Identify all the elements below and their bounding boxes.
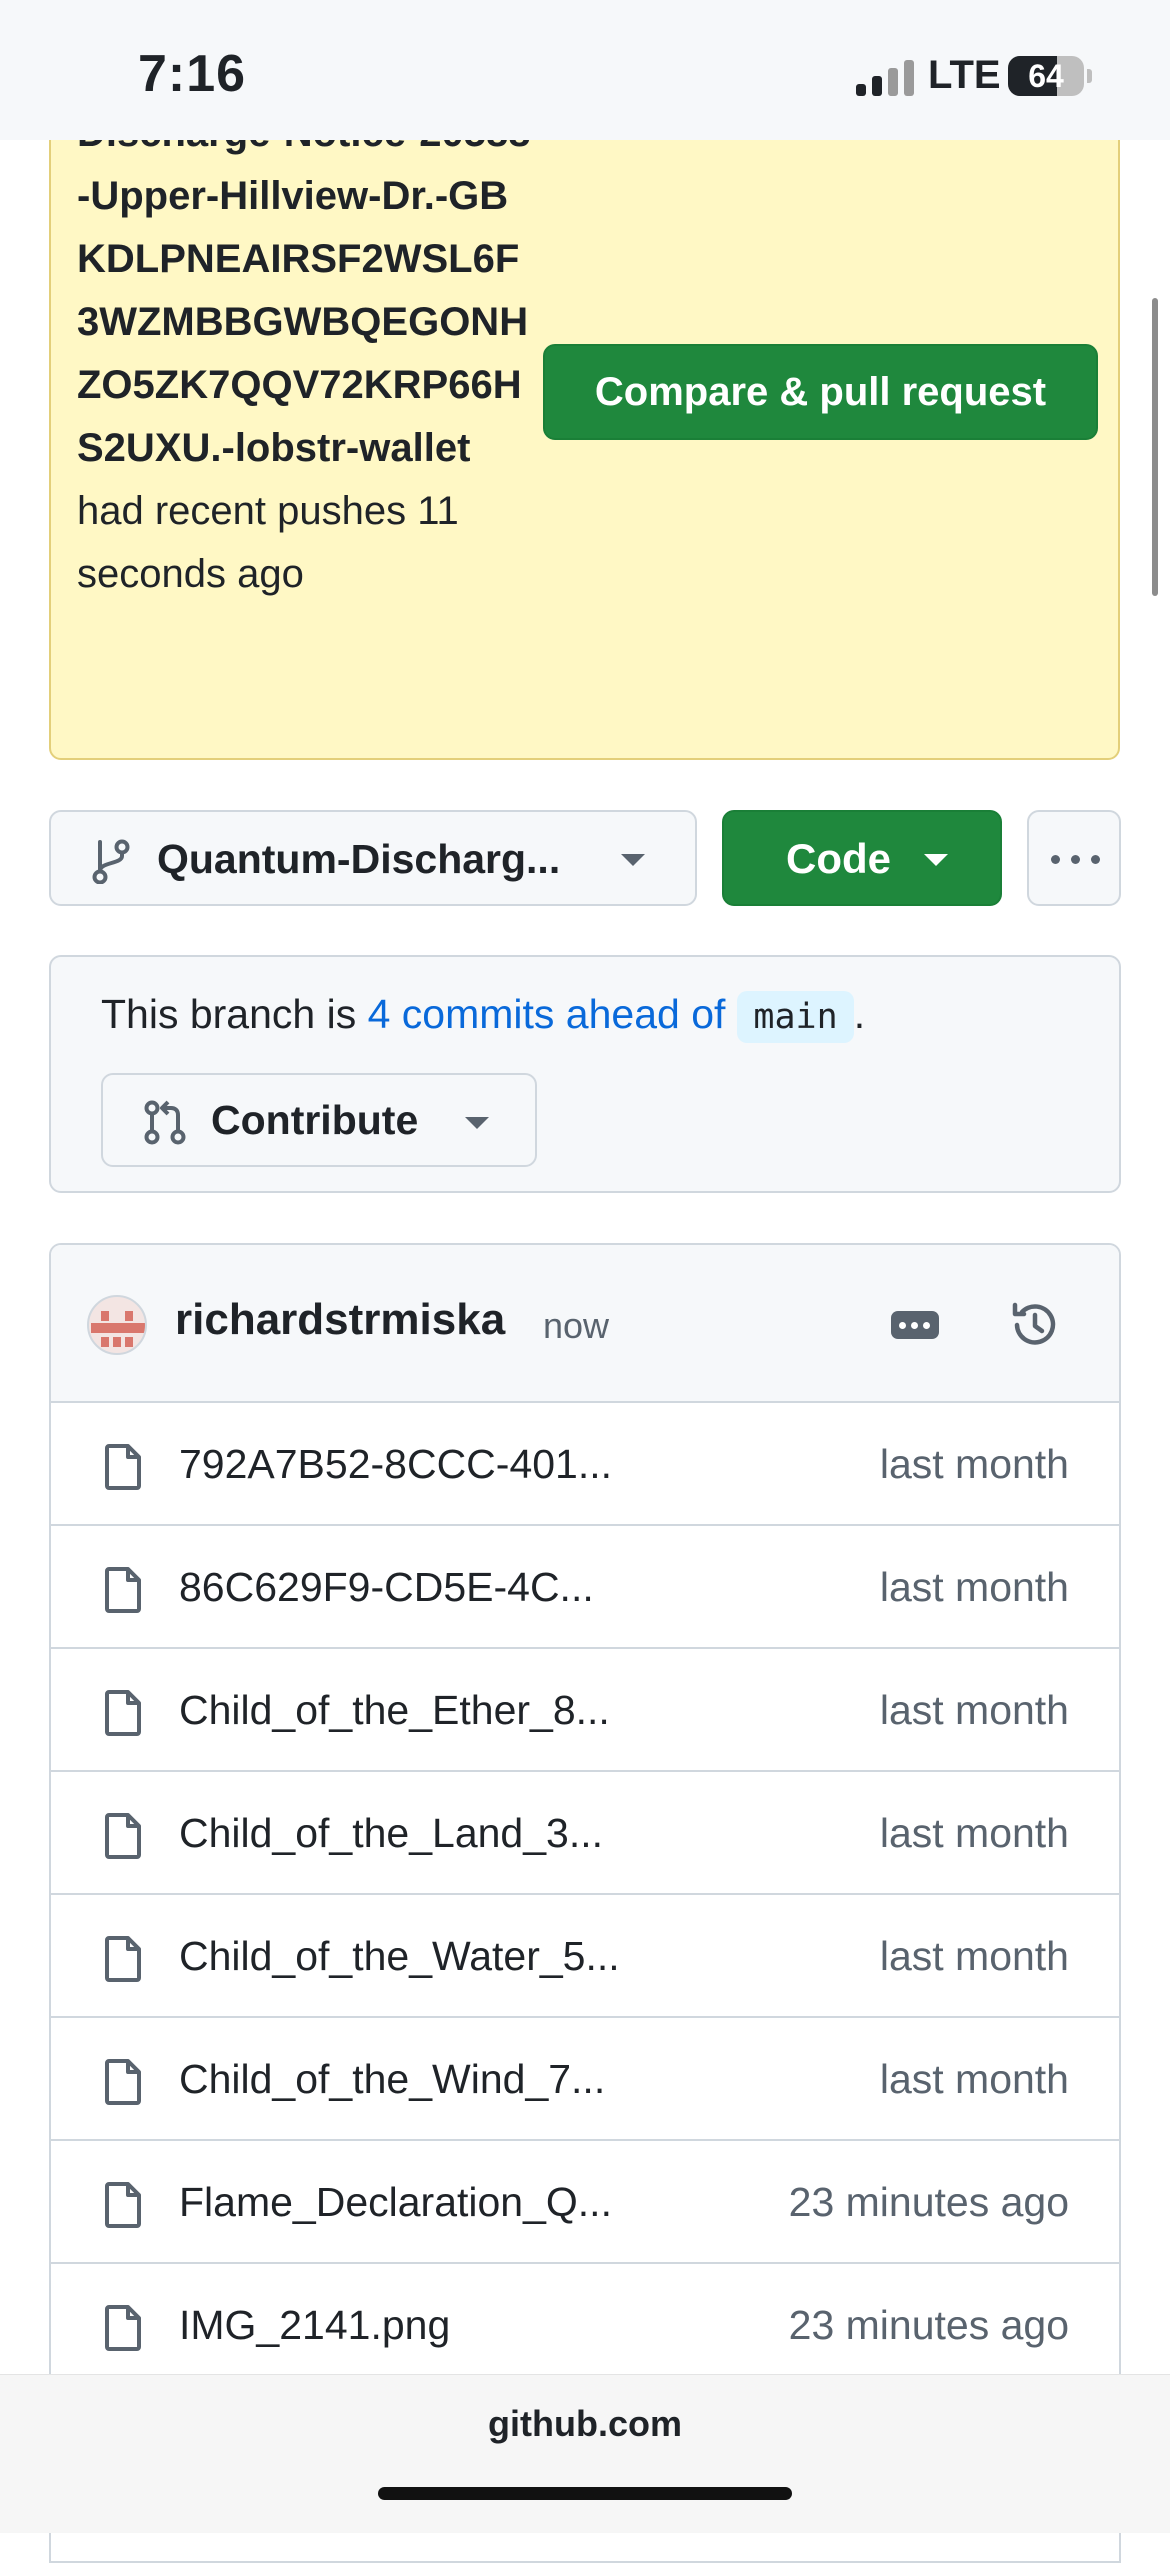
- file-icon: [105, 2182, 141, 2228]
- file-row[interactable]: 86C629F9-CD5E-4C... last month: [51, 1526, 1119, 1649]
- compare-pull-request-button[interactable]: Compare & pull request: [543, 344, 1098, 440]
- file-row[interactable]: IMG_2141.png 23 minutes ago: [51, 2264, 1119, 2387]
- file-icon: [105, 2305, 141, 2351]
- branch-name: Quantum-Discharg...: [157, 836, 561, 882]
- avatar[interactable]: [87, 1295, 147, 1355]
- file-updated-time: last month: [879, 1810, 1069, 1856]
- file-row[interactable]: Child_of_the_Ether_8... last month: [51, 1649, 1119, 1772]
- banner-text: Discharge-Notice-20588-Upper-Hillview-Dr…: [77, 102, 537, 606]
- commit-time: now: [543, 1305, 610, 1346]
- branch-status-prefix: This branch is: [101, 991, 368, 1037]
- branch-icon: [92, 839, 130, 884]
- file-icon: [105, 2059, 141, 2105]
- file-updated-time: last month: [879, 1564, 1069, 1610]
- banner-branch-name[interactable]: Discharge-Notice-20588-Upper-Hillview-Dr…: [77, 111, 531, 470]
- file-row[interactable]: Child_of_the_Water_5... last month: [51, 1895, 1119, 2018]
- file-name[interactable]: 792A7B52-8CCC-401...: [179, 1441, 612, 1488]
- file-updated-time: last month: [879, 1441, 1069, 1487]
- file-row[interactable]: Child_of_the_Wind_7... last month: [51, 2018, 1119, 2141]
- banner-message: had recent pushes 11 seconds ago: [77, 489, 459, 596]
- battery-percent: 64: [1028, 58, 1064, 94]
- file-name[interactable]: Child_of_the_Water_5...: [179, 1933, 620, 1980]
- contribute-label: Contribute: [211, 1097, 419, 1143]
- file-updated-time: last month: [879, 1933, 1069, 1979]
- git-pull-request-icon: [144, 1100, 186, 1145]
- branch-status-panel: This branch is 4 commits ahead of main. C…: [49, 955, 1121, 1193]
- network-label: LTE: [928, 53, 1001, 97]
- code-button[interactable]: Code: [722, 810, 1002, 906]
- branch-status-suffix: .: [853, 991, 866, 1037]
- chevron-down-icon: [924, 854, 948, 866]
- code-button-label: Code: [786, 835, 891, 882]
- contribute-button[interactable]: Contribute: [101, 1073, 537, 1167]
- commits-ahead-link[interactable]: 4 commits ahead of: [368, 991, 726, 1037]
- latest-commit-header: richardstrmiska now: [51, 1245, 1119, 1403]
- file-list: richardstrmiska now 792A7B52-8CCC-401...…: [49, 1243, 1121, 2563]
- file-row[interactable]: Child_of_the_Land_3... last month: [51, 1772, 1119, 1895]
- commit-author[interactable]: richardstrmiska: [175, 1295, 505, 1345]
- battery-nub: [1087, 69, 1092, 83]
- branch-status-text: This branch is 4 commits ahead of main.: [101, 991, 865, 1043]
- history-icon[interactable]: [1007, 1297, 1063, 1353]
- home-indicator[interactable]: [378, 2487, 792, 2500]
- file-updated-time: 23 minutes ago: [788, 2302, 1069, 2348]
- branch-select-button[interactable]: Quantum-Discharg...: [49, 810, 697, 906]
- base-branch-label[interactable]: main: [737, 991, 854, 1043]
- signal-icon: [856, 60, 916, 96]
- url-text[interactable]: github.com: [0, 2403, 1170, 2445]
- commit-message-expand-icon[interactable]: [891, 1311, 939, 1339]
- file-row[interactable]: 792A7B52-8CCC-401... last month: [51, 1403, 1119, 1526]
- file-name[interactable]: Flame_Declaration_Q...: [179, 2179, 612, 2226]
- file-name[interactable]: Child_of_the_Ether_8...: [179, 1687, 610, 1734]
- status-bar: 7:16 LTE 64: [0, 0, 1170, 140]
- file-updated-time: 23 minutes ago: [788, 2179, 1069, 2225]
- file-icon: [105, 1567, 141, 1613]
- file-name[interactable]: Child_of_the_Wind_7...: [179, 2056, 605, 2103]
- battery-icon: 64: [1008, 56, 1084, 96]
- chevron-down-icon: [465, 1117, 489, 1129]
- status-time: 7:16: [138, 45, 247, 103]
- file-updated-time: last month: [879, 2056, 1069, 2102]
- file-name[interactable]: 86C629F9-CD5E-4C...: [179, 1564, 594, 1611]
- browser-address-bar[interactable]: github.com: [0, 2374, 1170, 2533]
- file-icon: [105, 1444, 141, 1490]
- file-row[interactable]: Flame_Declaration_Q... 23 minutes ago: [51, 2141, 1119, 2264]
- file-icon: [105, 1936, 141, 1982]
- more-options-button[interactable]: [1027, 810, 1121, 906]
- file-name[interactable]: Child_of_the_Land_3...: [179, 1810, 603, 1857]
- file-icon: [105, 1690, 141, 1736]
- file-name[interactable]: IMG_2141.png: [179, 2302, 450, 2349]
- file-updated-time: last month: [879, 1687, 1069, 1733]
- chevron-down-icon: [621, 854, 645, 866]
- file-icon: [105, 1813, 141, 1859]
- scrollbar[interactable]: [1152, 298, 1158, 596]
- recent-push-banner: Discharge-Notice-20588-Upper-Hillview-Dr…: [49, 80, 1120, 760]
